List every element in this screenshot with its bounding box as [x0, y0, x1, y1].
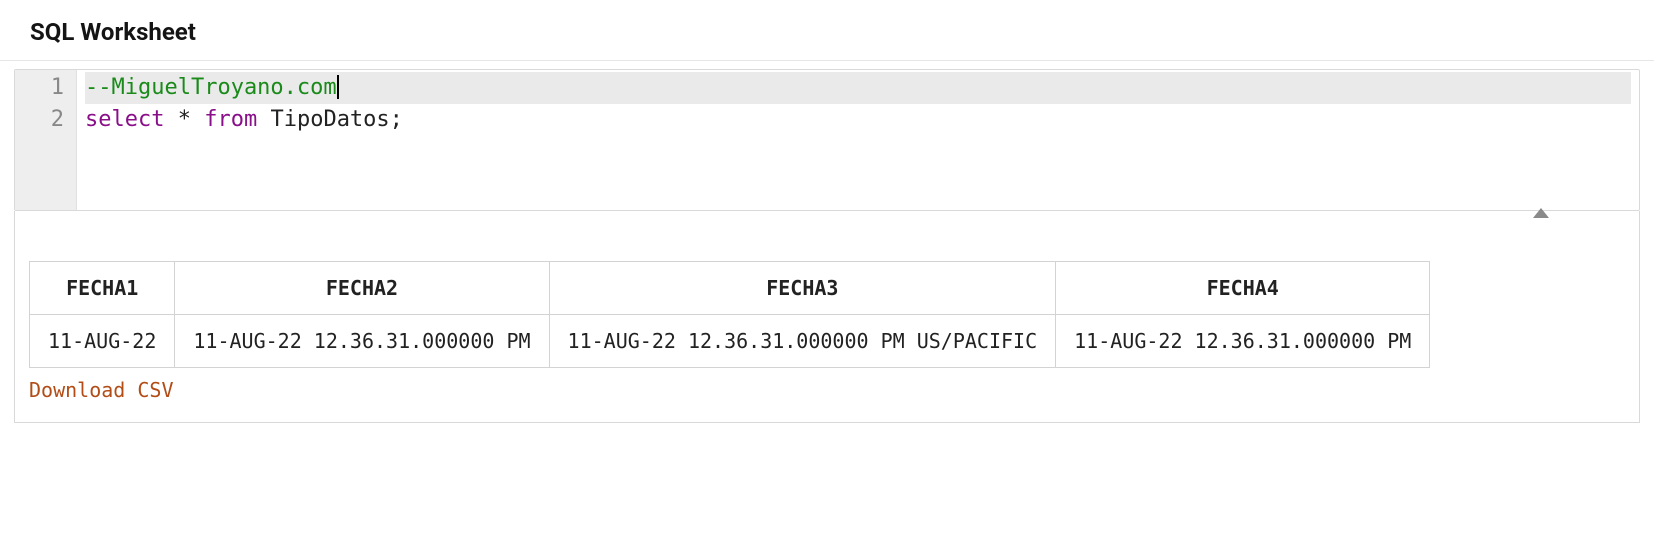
title-separator	[0, 60, 1654, 61]
code-token-plain: *	[164, 107, 204, 132]
sql-editor[interactable]: 1 2 --MiguelTroyano.com select * from Ti…	[14, 69, 1640, 211]
column-header[interactable]: FECHA4	[1056, 262, 1430, 315]
column-header[interactable]: FECHA3	[549, 262, 1056, 315]
line-number: 2	[33, 104, 64, 136]
code-token-keyword: from	[204, 107, 257, 132]
line-number: 1	[33, 72, 64, 104]
code-line[interactable]: --MiguelTroyano.com	[85, 72, 1631, 104]
code-token-keyword: select	[85, 107, 164, 132]
table-body: 11-AUG-22 11-AUG-22 12.36.31.000000 PM 1…	[30, 315, 1430, 368]
table-cell: 11-AUG-22 12.36.31.000000 PM US/PACIFIC	[549, 315, 1056, 368]
table-cell: 11-AUG-22 12.36.31.000000 PM	[1056, 315, 1430, 368]
table-row[interactable]: 11-AUG-22 11-AUG-22 12.36.31.000000 PM 1…	[30, 315, 1430, 368]
editor-code-area[interactable]: --MiguelTroyano.com select * from TipoDa…	[77, 70, 1639, 210]
download-csv-link[interactable]: Download CSV	[29, 378, 174, 402]
collapse-handle-icon[interactable]	[1533, 208, 1549, 218]
code-token-comment: --MiguelTroyano.com	[85, 75, 337, 100]
table-cell: 11-AUG-22 12.36.31.000000 PM	[175, 315, 549, 368]
results-panel: FECHA1 FECHA2 FECHA3 FECHA4 11-AUG-22 11…	[14, 211, 1640, 423]
table-header: FECHA1 FECHA2 FECHA3 FECHA4	[30, 262, 1430, 315]
code-token-plain: TipoDatos;	[257, 107, 403, 132]
table-header-row: FECHA1 FECHA2 FECHA3 FECHA4	[30, 262, 1430, 315]
table-cell: 11-AUG-22	[30, 315, 175, 368]
code-line[interactable]: select * from TipoDatos;	[85, 104, 1631, 136]
editor-gutter: 1 2	[15, 70, 77, 210]
text-cursor	[337, 75, 339, 99]
page-title: SQL Worksheet	[0, 0, 1654, 60]
column-header[interactable]: FECHA2	[175, 262, 549, 315]
column-header[interactable]: FECHA1	[30, 262, 175, 315]
results-table: FECHA1 FECHA2 FECHA3 FECHA4 11-AUG-22 11…	[29, 261, 1430, 368]
